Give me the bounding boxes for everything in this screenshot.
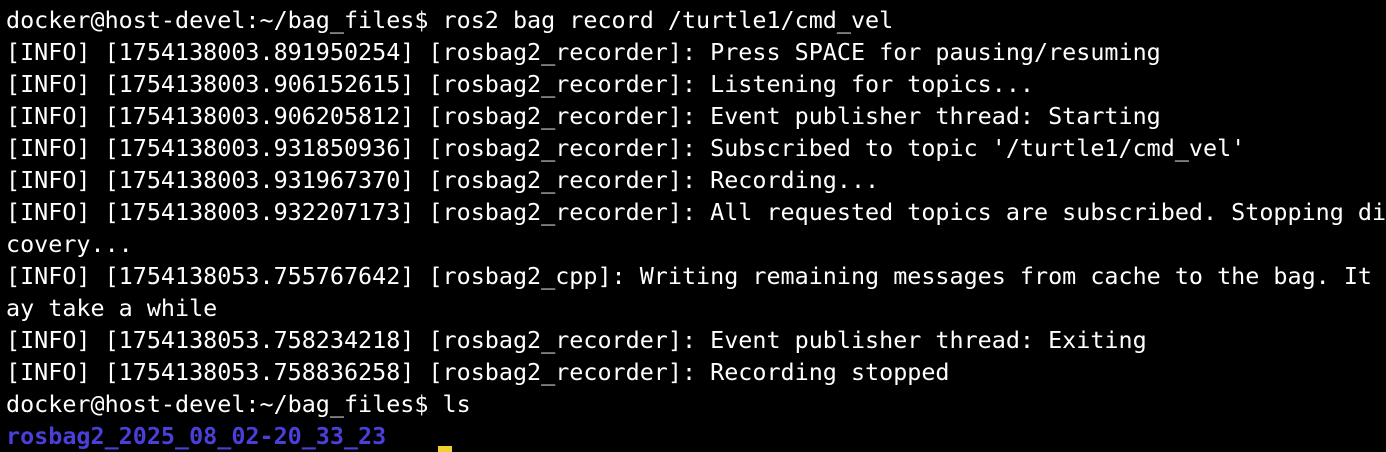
terminal-cursor: [438, 446, 452, 452]
log-line-wrap: ay take a while: [6, 294, 218, 322]
log-line: [INFO] [1754138003.931850936] [rosbag2_r…: [6, 134, 1246, 162]
terminal-window[interactable]: docker@host-devel:~/bag_files$ ros2 bag …: [0, 0, 1386, 452]
log-line: [INFO] [1754138003.906205812] [rosbag2_r…: [6, 102, 1161, 130]
log-line: [INFO] [1754138003.906152615] [rosbag2_r…: [6, 70, 1035, 98]
prompt-line: docker@host-devel:~/bag_files$ ls: [6, 390, 471, 418]
log-line: [INFO] [1754138053.755767642] [rosbag2_c…: [6, 262, 1386, 290]
log-line: [INFO] [1754138053.758234218] [rosbag2_r…: [6, 326, 1147, 354]
log-line: [INFO] [1754138053.758836258] [rosbag2_r…: [6, 358, 950, 386]
directory-listing-entry: rosbag2_2025_08_02-20_33_23: [6, 422, 387, 450]
log-line: [INFO] [1754138003.891950254] [rosbag2_r…: [6, 38, 1161, 66]
log-line: [INFO] [1754138003.932207173] [rosbag2_r…: [6, 198, 1386, 226]
log-line-wrap: covery...: [6, 230, 133, 258]
prompt-line: docker@host-devel:~/bag_files$ ros2 bag …: [6, 6, 894, 34]
log-line: [INFO] [1754138003.931967370] [rosbag2_r…: [6, 166, 880, 194]
